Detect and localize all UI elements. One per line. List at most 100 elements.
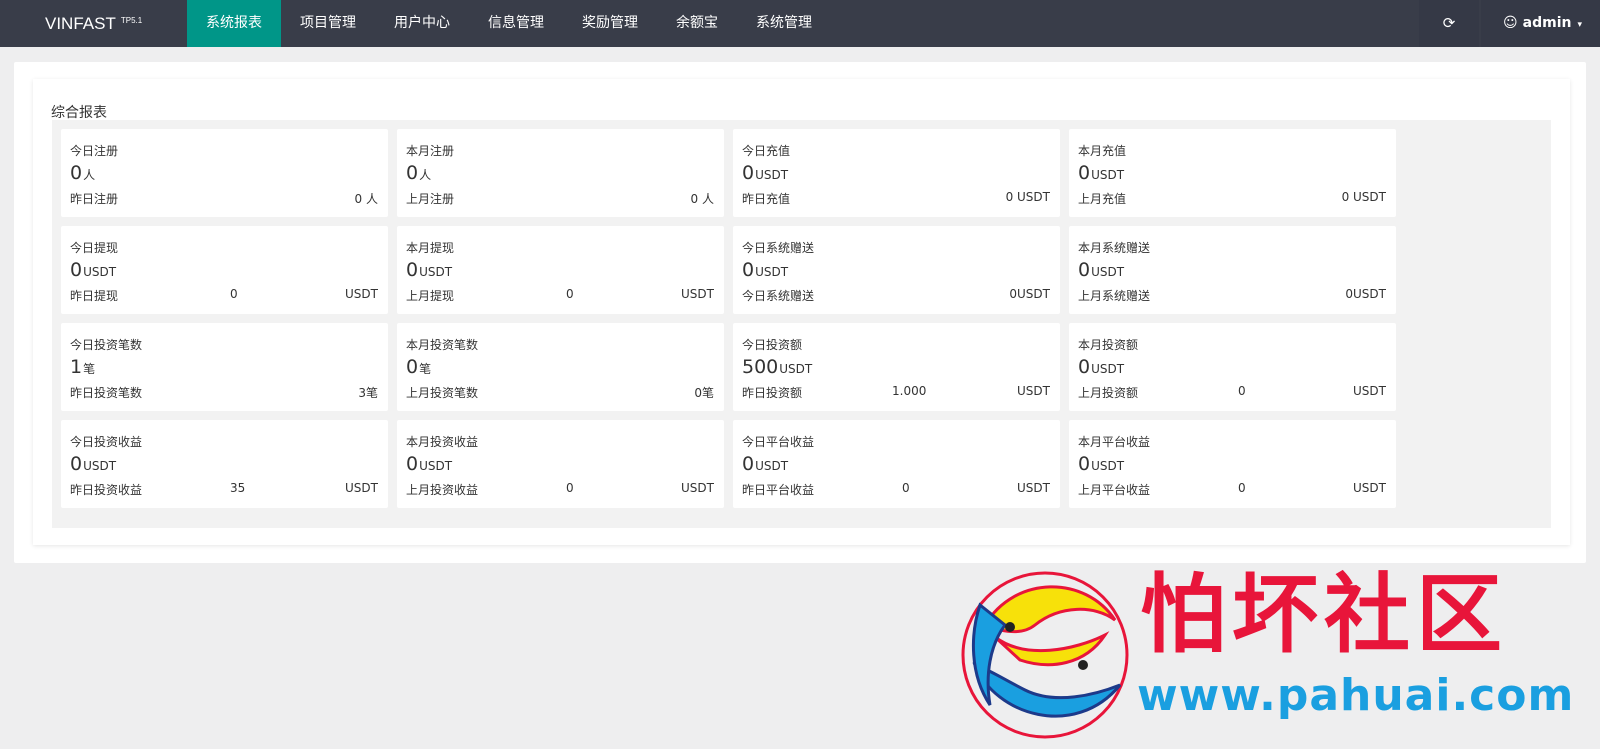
stat-unit: 人	[419, 168, 432, 182]
stat-unit: USDT	[755, 459, 789, 473]
stat-compare-row: 上月注册 0 人	[406, 190, 714, 207]
stat-compare-right: USDT	[1017, 481, 1050, 495]
stat-value: 0	[406, 162, 419, 184]
stat-value: 0	[406, 259, 419, 281]
stat-compare-label: 昨日投资笔数	[70, 386, 143, 400]
stat-value: 1	[70, 356, 83, 378]
stat-value-row: 0USDT	[406, 259, 452, 281]
stat-compare-right: 0笔	[694, 386, 714, 400]
stat-value-row: 1笔	[70, 356, 95, 378]
stat-unit: 笔	[83, 362, 96, 376]
stat-label: 本月系统赠送	[1078, 241, 1151, 255]
stat-label: 今日提现	[70, 241, 119, 255]
stat-card: 本月投资收益 0USDT 上月投资收益 0 USDT	[397, 420, 724, 508]
stat-unit: USDT	[1091, 168, 1125, 182]
app-logo-text: VINFAST	[45, 14, 116, 33]
stat-value-row: 0USDT	[742, 162, 788, 184]
stat-compare-right: 0 USDT	[1005, 190, 1050, 204]
stat-value-row: 0USDT	[1078, 356, 1124, 378]
stat-compare-value: 0	[1238, 384, 1246, 398]
stat-label: 本月平台收益	[1078, 435, 1151, 449]
stat-unit: USDT	[1091, 459, 1125, 473]
stat-value: 0	[70, 259, 83, 281]
stat-card: 本月投资额 0USDT 上月投资额 0 USDT	[1069, 323, 1396, 411]
stat-compare-row: 上月投资收益 0 USDT	[406, 481, 714, 498]
stat-compare-label: 昨日充值	[742, 192, 791, 206]
stat-label: 本月投资额	[1078, 338, 1139, 352]
refresh-button[interactable]: ⟳	[1419, 0, 1480, 47]
stat-compare-value: 1.000	[892, 384, 927, 398]
stat-card: 今日系统赠送 0USDT 今日系统赠送 0USDT	[733, 226, 1060, 314]
stat-compare-row: 昨日充值 0 USDT	[742, 190, 1050, 207]
stat-compare-value: 0	[566, 287, 574, 301]
toolbar-right: ⟳ ☺ admin ▾	[1419, 0, 1600, 47]
stat-label: 本月投资收益	[406, 435, 479, 449]
stat-value: 0	[1078, 453, 1091, 475]
stat-compare-row: 昨日平台收益 0 USDT	[742, 481, 1050, 498]
stat-compare-right: USDT	[345, 481, 378, 495]
stat-compare-label: 上月平台收益	[1078, 483, 1151, 497]
stat-unit: USDT	[419, 459, 453, 473]
main-nav: 系统报表 项目管理 用户中心 信息管理 奖励管理 余额宝 系统管理	[187, 0, 831, 47]
watermark-url: www.pahuai.com	[1137, 670, 1575, 721]
stat-value: 0	[742, 162, 755, 184]
stat-card: 本月平台收益 0USDT 上月平台收益 0 USDT	[1069, 420, 1396, 508]
stat-unit: USDT	[755, 265, 789, 279]
stat-unit: USDT	[83, 265, 117, 279]
stat-value-row: 0USDT	[1078, 259, 1124, 281]
stat-compare-row: 昨日投资笔数 3笔	[70, 384, 378, 401]
stat-compare-row: 今日系统赠送 0USDT	[742, 287, 1050, 304]
stat-value-row: 0人	[406, 162, 431, 184]
stat-compare-right: 0 人	[354, 192, 378, 206]
stat-unit: USDT	[779, 362, 813, 376]
stat-compare-right: 0USDT	[1345, 287, 1386, 301]
stat-value-row: 0USDT	[1078, 162, 1124, 184]
app-logo[interactable]: VINFAST TP5.1	[45, 14, 142, 34]
stat-compare-value: 0	[566, 481, 574, 495]
stat-label: 本月充值	[1078, 144, 1127, 158]
nav-item-info[interactable]: 信息管理	[469, 0, 563, 47]
top-nav-bar: VINFAST TP5.1 系统报表 项目管理 用户中心 信息管理 奖励管理 余额…	[0, 0, 1600, 47]
nav-item-reports[interactable]: 系统报表	[187, 0, 281, 47]
stat-card: 本月提现 0USDT 上月提现 0 USDT	[397, 226, 724, 314]
nav-item-rewards[interactable]: 奖励管理	[563, 0, 657, 47]
stat-compare-label: 昨日注册	[70, 192, 119, 206]
stat-compare-label: 上月提现	[406, 289, 455, 303]
stat-compare-row: 昨日投资额 1.000 USDT	[742, 384, 1050, 401]
stat-compare-row: 昨日注册 0 人	[70, 190, 378, 207]
stat-compare-label: 上月投资额	[1078, 386, 1139, 400]
stat-compare-label: 今日系统赠送	[742, 289, 815, 303]
stat-compare-label: 上月投资收益	[406, 483, 479, 497]
nav-item-balance[interactable]: 余额宝	[657, 0, 737, 47]
stat-compare-right: USDT	[1353, 384, 1386, 398]
stat-unit: USDT	[1091, 265, 1125, 279]
nav-item-system[interactable]: 系统管理	[737, 0, 831, 47]
user-menu[interactable]: ☺ admin ▾	[1481, 0, 1600, 47]
stat-label: 本月投资笔数	[406, 338, 479, 352]
stat-compare-label: 上月系统赠送	[1078, 289, 1151, 303]
nav-item-users[interactable]: 用户中心	[375, 0, 469, 47]
stat-card: 今日投资笔数 1笔 昨日投资笔数 3笔	[61, 323, 388, 411]
stat-compare-row: 上月系统赠送 0USDT	[1078, 287, 1386, 304]
stat-compare-right: 0 USDT	[1341, 190, 1386, 204]
stat-compare-label: 昨日提现	[70, 289, 119, 303]
stat-compare-right: USDT	[1353, 481, 1386, 495]
report-panel: 综合报表 今日注册 0人 昨日注册 0 人本月注册 0人 上月注册 0 人今日充值 0USDT…	[33, 79, 1570, 545]
nav-item-projects[interactable]: 项目管理	[281, 0, 375, 47]
chevron-down-icon: ▾	[1577, 20, 1582, 30]
stat-card: 本月注册 0人 上月注册 0 人	[397, 129, 724, 217]
stat-compare-right: USDT	[681, 481, 714, 495]
stat-value: 0	[1078, 259, 1091, 281]
stat-compare-row: 上月投资额 0 USDT	[1078, 384, 1386, 401]
refresh-icon: ⟳	[1442, 14, 1456, 32]
stat-compare-row: 昨日投资收益 35 USDT	[70, 481, 378, 498]
stat-card: 今日充值 0USDT 昨日充值 0 USDT	[733, 129, 1060, 217]
watermark: 怕坏社区 www.pahuai.com	[955, 565, 1573, 745]
two-fish-logo	[961, 571, 1129, 739]
stat-value: 0	[406, 453, 419, 475]
stat-value: 500	[742, 356, 779, 378]
stat-compare-right: 3笔	[358, 386, 378, 400]
stat-card: 今日投资收益 0USDT 昨日投资收益 35 USDT	[61, 420, 388, 508]
stat-unit: USDT	[83, 459, 117, 473]
stat-compare-row: 昨日提现 0 USDT	[70, 287, 378, 304]
